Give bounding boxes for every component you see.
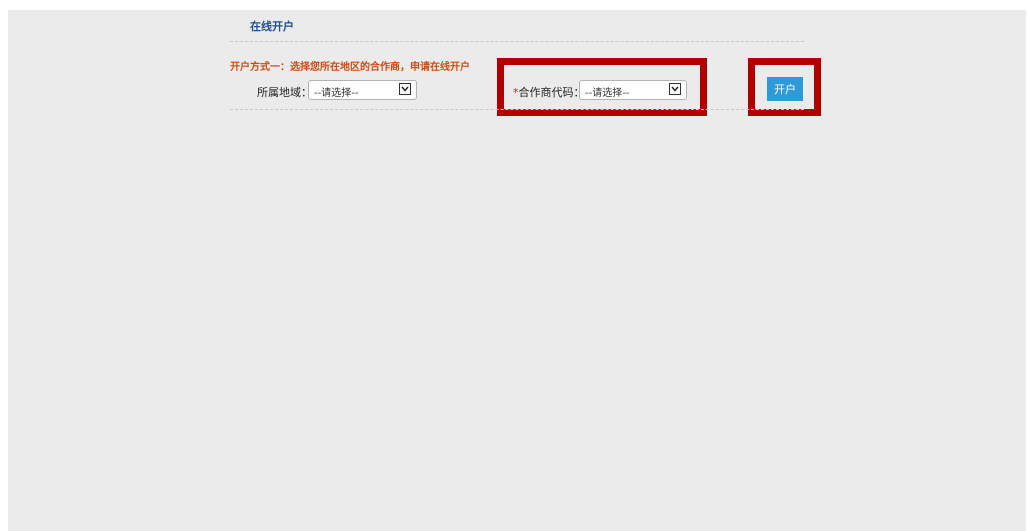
- region-select[interactable]: --请选择--: [308, 80, 417, 100]
- open-account-button[interactable]: 开户: [767, 77, 803, 101]
- region-select-value: --请选择--: [314, 88, 359, 99]
- divider-top: [230, 41, 804, 42]
- partner-select-value: --请选择--: [585, 88, 630, 99]
- method-instruction: 开户方式一：选择您所在地区的合作商，申请在线开户: [230, 62, 470, 73]
- partner-label: *合作商代码：: [513, 84, 585, 100]
- divider-bottom: [230, 109, 804, 110]
- partner-code-select[interactable]: --请选择--: [579, 80, 687, 100]
- partner-label-text: 合作商代码：: [518, 86, 585, 99]
- chevron-down-icon[interactable]: [669, 83, 681, 95]
- region-label: 所属地域：: [257, 86, 312, 99]
- chevron-down-icon[interactable]: [399, 83, 411, 95]
- page-panel: 在线开户 开户方式一：选择您所在地区的合作商，申请在线开户 所属地域： --请选…: [8, 10, 1026, 531]
- page-title: 在线开户: [250, 20, 294, 33]
